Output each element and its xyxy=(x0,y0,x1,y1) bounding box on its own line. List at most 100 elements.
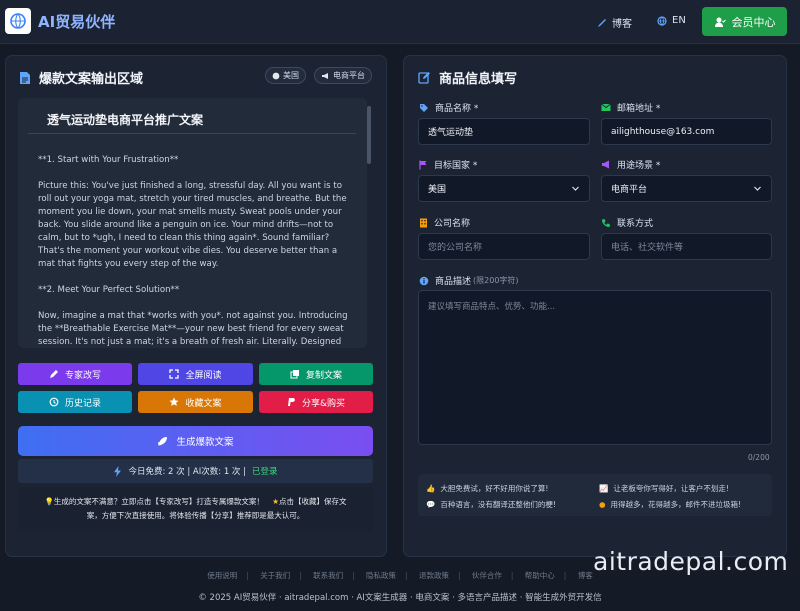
tag-icon xyxy=(420,103,428,112)
tip-line-1: 💡生成的文案不满意？立即点击【专家改写】打造专属爆款文案！ ★点击【收藏】保存文 xyxy=(32,495,359,509)
feature-text: 百种语言，没有翻译还整他们的梗! xyxy=(440,500,556,509)
feature-text: 用得越多，花得越多，邮件不进垃圾箱! xyxy=(610,500,742,509)
star-icon xyxy=(169,397,179,406)
site-watermark: aitradepal.com xyxy=(593,547,789,576)
rocket-icon xyxy=(158,436,168,445)
blog-link[interactable]: 博客 xyxy=(597,15,632,30)
feature-text: 大胆免费试，好不好用你说了算! xyxy=(440,484,549,493)
generate-copy-button[interactable]: 生成爆款文案 xyxy=(18,426,373,456)
language-label: EN xyxy=(672,15,686,26)
product-description-limit: (限200字符) xyxy=(473,276,519,285)
footer-link[interactable]: 伙伴合作 xyxy=(472,571,502,580)
contact-label: 联系方式 xyxy=(601,216,653,229)
share-buy-button[interactable]: 分享&购买 xyxy=(259,391,373,413)
brand-logo[interactable] xyxy=(5,8,31,34)
chevron-down-icon xyxy=(572,186,579,191)
footer-link[interactable]: 退款政策 xyxy=(419,571,449,580)
form-panel-title-text: 商品信息填写 xyxy=(439,72,518,87)
footer-link[interactable]: 使用说明 xyxy=(207,571,237,580)
output-panel-title-text: 爆款文案输出区域 xyxy=(39,72,144,87)
product-name-label: 商品名称 * xyxy=(419,101,478,114)
email-input[interactable]: ailighthouse@163.com xyxy=(601,118,772,145)
form-panel-title: 商品信息填写 xyxy=(418,68,517,87)
product-name-input[interactable]: 透气运动垫 xyxy=(418,118,590,145)
product-description-label-text: 商品描述 xyxy=(435,277,472,287)
member-center-label: 会员中心 xyxy=(731,15,776,29)
globe-icon xyxy=(272,72,280,79)
info-icon xyxy=(419,276,429,285)
company-name-input[interactable]: 您的公司名称 xyxy=(418,233,590,260)
favorite-label: 收藏文案 xyxy=(185,398,222,409)
copy-paragraph: **1. Start with Your Frustration** xyxy=(38,155,179,165)
member-center-button[interactable]: 会员中心 xyxy=(702,7,787,36)
copyright-text: © 2025 AI贸易伙伴 · aitradepal.com · AI文案生成器… xyxy=(198,593,602,603)
tip-line-2: 案，方便下次直接使用。将体验传播【分享】推荐即是最大认可。 xyxy=(86,511,305,520)
history-button[interactable]: 历史记录 xyxy=(18,391,132,413)
user-check-icon xyxy=(714,17,726,27)
contact-label-text: 联系方式 xyxy=(617,219,654,229)
char-counter: 0/200 xyxy=(748,453,770,462)
expand-icon xyxy=(169,369,180,379)
fullscreen-read-label: 全屏阅读 xyxy=(185,370,222,381)
document-icon xyxy=(20,71,30,84)
contact-input[interactable]: 电话、社交软件等 xyxy=(601,233,772,260)
feature-item: ● 用得越多，花得越多，邮件不进垃圾箱! xyxy=(599,499,741,510)
fullscreen-read-button[interactable]: 全屏阅读 xyxy=(138,363,253,385)
output-panel-title: 爆款文案输出区域 xyxy=(19,68,143,87)
feature-text: 让老板夸你写得好，让客户不划走! xyxy=(613,484,729,493)
megaphone-icon xyxy=(322,72,328,79)
lightbulb-icon: 💡 xyxy=(44,497,54,506)
company-name-label-text: 公司名称 xyxy=(434,219,471,229)
building-icon xyxy=(420,218,427,227)
chat-icon: 💬 xyxy=(426,500,436,509)
copy-icon xyxy=(290,370,299,379)
email-label-text: 邮箱地址 * xyxy=(617,104,661,114)
expert-rewrite-button[interactable]: 专家改写 xyxy=(18,363,132,385)
quota-text: 今日免费: 2 次 | AI次数: 1 次 | xyxy=(128,467,246,477)
quota-bar: 今日免费: 2 次 | AI次数: 1 次 | 已登录 xyxy=(18,459,373,483)
copy-copy-button[interactable]: 复制文案 xyxy=(259,363,373,385)
feature-item: 💬 百种语言，没有翻译还整他们的梗! xyxy=(426,499,556,510)
copy-copy-label: 复制文案 xyxy=(305,370,342,381)
footer-link[interactable]: 联系我们 xyxy=(313,571,343,580)
login-status: 已登录 xyxy=(252,467,278,477)
usage-scene-select[interactable]: 电商平台 xyxy=(601,175,772,202)
company-name-label: 公司名称 xyxy=(419,216,470,229)
paypal-icon xyxy=(287,398,295,406)
target-country-value: 美国 xyxy=(428,185,447,195)
email-label: 邮箱地址 * xyxy=(601,101,660,114)
copy-paragraph: Picture this: You've just finished a lon… xyxy=(38,181,347,269)
share-buy-label: 分享&购买 xyxy=(301,398,346,409)
country-pill-label: 美国 xyxy=(283,71,299,80)
envelope-icon xyxy=(601,103,611,111)
usage-scene-value: 电商平台 xyxy=(611,185,648,195)
generated-copy-text: **1. Start with Your Frustration** Pictu… xyxy=(38,154,350,348)
footer-link[interactable]: 博客 xyxy=(578,571,593,580)
brand-name[interactable]: AI贸易伙伴 xyxy=(38,11,115,32)
footer-link[interactable]: 关于我们 xyxy=(260,571,290,580)
history-label: 历史记录 xyxy=(64,398,101,409)
globe-robot-icon xyxy=(10,13,26,29)
country-pill: 美国 xyxy=(265,67,306,84)
expert-rewrite-label: 专家改写 xyxy=(64,370,101,381)
language-switch[interactable]: EN xyxy=(657,15,686,26)
blog-icon xyxy=(598,18,606,27)
feature-item: 👍 大胆免费试，好不好用你说了算! xyxy=(426,483,548,494)
footer-link[interactable]: 帮助中心 xyxy=(525,571,555,580)
edit-icon xyxy=(418,72,430,84)
target-country-select[interactable]: 美国 xyxy=(418,175,590,202)
generate-copy-label: 生成爆款文案 xyxy=(176,437,234,448)
favorite-button[interactable]: 收藏文案 xyxy=(138,391,253,413)
tip-box: 💡生成的文案不满意？立即点击【专家改写】打造专属爆款文案！ ★点击【收藏】保存文… xyxy=(18,487,373,531)
output-scrollbar[interactable] xyxy=(367,106,371,164)
target-country-label-text: 目标国家 * xyxy=(434,161,478,171)
doc-divider xyxy=(28,133,356,134)
top-navbar: AI贸易伙伴 博客 EN 会员中心 xyxy=(0,0,800,44)
footer-link[interactable]: 隐私政策 xyxy=(366,571,396,580)
copy-paragraph: Now, imagine a mat that *works with you*… xyxy=(38,311,348,347)
generated-doc-title: 透气运动垫电商平台推广文案 xyxy=(47,113,204,127)
product-description-textarea[interactable]: 建议填写商品特点、优势、功能... xyxy=(418,290,772,445)
usage-scene-label: 用途场景 * xyxy=(601,158,660,171)
megaphone-icon xyxy=(602,160,609,169)
usage-scene-label-text: 用途场景 * xyxy=(617,161,661,171)
